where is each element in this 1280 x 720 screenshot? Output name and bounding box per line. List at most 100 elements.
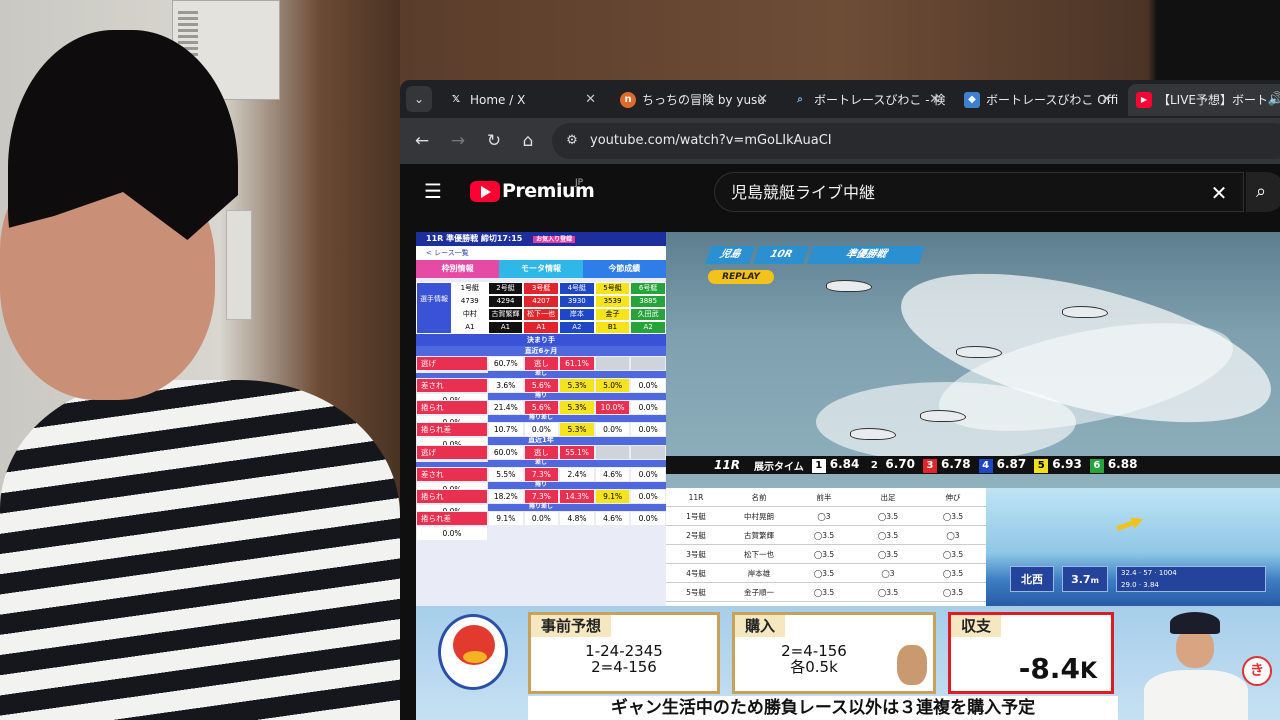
race-type-tag: 準優勝戦	[807, 246, 925, 264]
stat-label: 差され	[416, 378, 488, 393]
racer-class: A2	[559, 321, 595, 334]
video-player[interactable]: 11R 準優勝戦 締切17:15 お気入り登録 < レース一覧 枠別情報 モータ…	[416, 232, 1280, 720]
replay-badge: REPLAY	[708, 270, 774, 284]
race-footage: 児島 10R 準優勝戦 REPLAY 11R 展示タイム 1 6.84 2 6.70 3…	[666, 232, 1280, 488]
search-input[interactable]: 児島競艇ライブ中継 ✕	[714, 172, 1244, 212]
purchase-title: 購入	[735, 615, 786, 637]
tab-title: 【LIVE予想】ボート	[1158, 93, 1269, 107]
entry-header-cell: 伸び	[945, 493, 961, 502]
tab-search-menu[interactable]: ⌄	[406, 86, 432, 112]
tab-boatrace-biwako[interactable]: ◆ ボートレースびわこ Offi ✕	[956, 84, 1120, 116]
entry-cell: 岸本雄	[747, 569, 771, 578]
home-icon[interactable]: ⌂	[516, 129, 540, 153]
entry-cell: ◯3.5	[942, 512, 964, 521]
x-logo-icon: 𝕏	[451, 94, 461, 105]
exhibition-time-bar: 11R 展示タイム 1 6.84 2 6.70 3 6.78 4 6.87 5 6.93 6 6.88	[666, 456, 1280, 474]
entry-cell: 金子順一	[744, 588, 774, 597]
table-row: 5号艇 金子順一 ◯3.5 ◯3.5 ◯3.5	[666, 583, 986, 602]
exhibit-boat-number: 3	[922, 459, 937, 473]
prediction-line: 1-24-2345	[585, 642, 663, 660]
entry-cell: 1号艇	[686, 512, 706, 521]
exhibit-time: 6.78	[940, 457, 971, 471]
caption-banner: ギャン生活中のため勝負レース以外は３連複を購入予定	[528, 696, 1118, 720]
forward-arrow-icon[interactable]: →	[446, 129, 470, 153]
balance-title: 収支	[951, 615, 1002, 637]
racer-class: A1	[523, 321, 559, 334]
racer-name: 金子	[594, 308, 631, 321]
tab-youtube-live[interactable]: ▶ 【LIVE予想】ボート 🔊	[1128, 84, 1280, 116]
exhibit-time: 6.93	[1052, 457, 1082, 471]
url-text[interactable]: youtube.com/watch?v=mGoLIkAuaCI	[590, 123, 832, 159]
kojima-mascot-logo	[438, 614, 508, 690]
balance-value: -8.4K	[1019, 652, 1097, 685]
boat-2-header: 2号艇	[487, 282, 524, 295]
reload-icon[interactable]: ↻	[482, 129, 506, 153]
entry-cell: 4号艇	[686, 569, 706, 578]
stat-cell	[630, 445, 666, 460]
race-list-link: < レース一覧	[416, 246, 666, 260]
kimarite-band: 決まり手	[416, 334, 666, 346]
close-tab-icon[interactable]: ✕	[757, 84, 768, 116]
close-tab-icon[interactable]: ✕	[585, 84, 596, 116]
purchase-line: 各0.5k	[790, 658, 838, 676]
address-bar[interactable]: ⚙ youtube.com/watch?v=mGoLIkAuaCI	[552, 123, 1280, 159]
stat-cell: 5.0%	[594, 378, 631, 393]
stat-cell: 0.0%	[630, 511, 666, 526]
table-row: 4号艇 岸本雄 ◯3.5 ◯3 ◯3.5	[666, 564, 986, 583]
audio-playing-icon[interactable]: 🔊	[1268, 84, 1280, 116]
entry-cell: ◯3.5	[877, 588, 899, 597]
entry-cell: 松下一也	[744, 550, 774, 559]
exhibit-time: 6.84	[829, 457, 860, 471]
back-arrow-icon[interactable]: ←	[410, 129, 434, 153]
stat-cell: 5.5%	[488, 467, 524, 482]
streamer-shirt	[0, 380, 400, 720]
water-temp: 29.0	[1121, 581, 1137, 589]
screen: ⌄ 𝕏 Home / X ✕ n ちっちの冒険 by yusu ✕ ⌕ ボートレ…	[0, 0, 1280, 720]
close-tab-icon[interactable]: ✕	[929, 84, 940, 116]
search-button[interactable]: ⌕	[1246, 172, 1280, 212]
racer-id: 3885	[630, 295, 666, 308]
stat-label: 捲られ	[416, 489, 488, 504]
tab-home-x[interactable]: 𝕏 Home / X ✕	[440, 84, 604, 116]
row-label: 選手情報	[416, 282, 452, 334]
racer-grid: 選手情報 1号艇 2号艇 3号艇 4号艇 5号艇 6号艇 4739 4294 4…	[416, 282, 666, 334]
entry-cell: 中村晃朗	[744, 512, 774, 521]
table-row: 2号艇 古賀繁輝 ◯3.5 ◯3.5 ◯3	[666, 526, 986, 545]
browser-window: ⌄ 𝕏 Home / X ✕ n ちっちの冒険 by yusu ✕ ⌕ ボートレ…	[400, 80, 1280, 720]
favorite-badge: お気入り登録	[533, 236, 576, 243]
tab-search[interactable]: ⌕ ボートレースびわこ - 検 ✕	[784, 84, 948, 116]
close-tab-icon[interactable]: ✕	[1101, 84, 1112, 116]
stat-label: 差され	[416, 467, 488, 482]
youtube-logo-icon[interactable]	[470, 181, 500, 202]
period-6m: 直近6ヶ月	[416, 346, 666, 356]
exhibit-boat-number: 5	[1034, 459, 1049, 473]
search-query[interactable]: 児島競艇ライブ中継	[731, 173, 875, 213]
exhibit-times: 1 6.84 2 6.70 3 6.78 4 6.87 5 6.93 6 6.88	[804, 457, 1138, 473]
clear-search-icon[interactable]: ✕	[1207, 181, 1231, 205]
stat-cell: 0.0%	[630, 378, 666, 393]
exhibit-time: 6.88	[1107, 457, 1138, 471]
stat-label: 逃げ	[416, 356, 488, 371]
tab-note[interactable]: n ちっちの冒険 by yusu ✕	[612, 84, 776, 116]
prediction-body: 1-24-2345 2=4-156	[531, 643, 717, 675]
youtube-page: ☰ Premium JP 児島競艇ライブ中継 ✕ ⌕ 11R 準優勝戦 締切17…	[400, 164, 1280, 720]
stats-tabs: 枠別情報 モータ情報 今節成績	[416, 260, 666, 278]
racer-name: 中村	[452, 308, 488, 321]
stats-rows-1y: 逃げ60.0%逃し55.1%差し差され5.5%7.3%2.4%4.6%0.0%0…	[416, 445, 666, 541]
stat-cell: 18.2%	[488, 489, 524, 504]
channel-seal-icon: き	[1242, 656, 1272, 686]
stat-cell: 0.0%	[523, 511, 560, 526]
stat-cell: 61.1%	[559, 356, 595, 371]
youtube-icon: ▶	[1136, 92, 1152, 108]
exhibit-boat-number: 2	[867, 459, 882, 473]
wind-arrow-icon	[1115, 514, 1145, 535]
racer-class: A2	[630, 321, 666, 334]
stat-cell: 9.1%	[594, 489, 631, 504]
search-icon: ⌕	[797, 94, 803, 105]
hamburger-menu-icon[interactable]: ☰	[424, 180, 446, 202]
stat-cell	[630, 356, 666, 371]
browser-toolbar: ← → ↻ ⌂ ⚙ youtube.com/watch?v=mGoLIkAuaC…	[400, 118, 1280, 164]
boat-6-header: 6号艇	[630, 282, 666, 295]
entry-table: 11R 名前 前半 出足 伸び 1号艇 中村晃朗 ◯3 ◯3.5 ◯3.5 2号艇 古賀繁輝 ◯3.5 ◯…	[666, 488, 986, 621]
site-info-icon[interactable]: ⚙	[562, 131, 582, 151]
